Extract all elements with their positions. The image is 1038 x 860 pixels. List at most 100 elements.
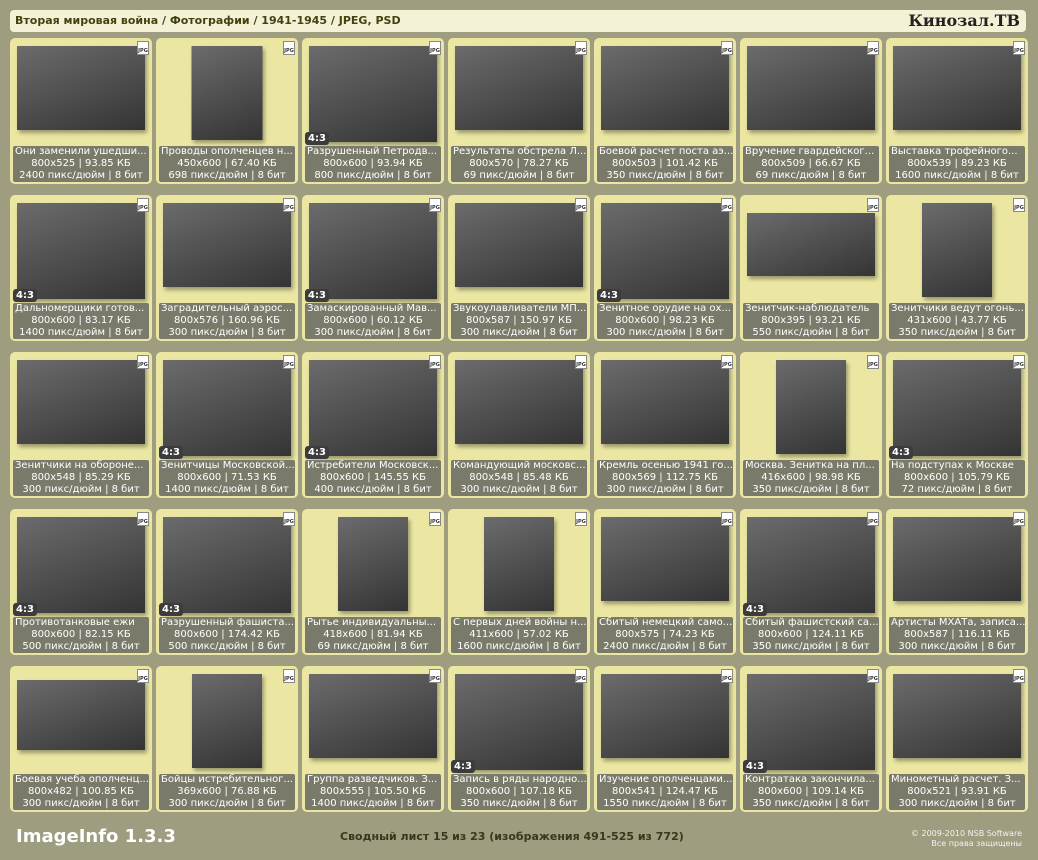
thumbnail-card[interactable]: JPG Командующий московс... 800x548 | 85.48… (448, 352, 590, 498)
photo-thumbnail[interactable] (893, 360, 1021, 456)
thumbnail-card[interactable]: JPG Зенитчики на обороне... 800x548 | 85.2… (10, 352, 152, 498)
photo-thumbnail[interactable] (17, 203, 145, 299)
photo-thumbnail[interactable] (922, 203, 992, 297)
file-meta: 500 пикс/дюйм | 8 бит (22, 641, 140, 652)
photo-thumbnail[interactable] (17, 46, 145, 130)
photo-thumbnail[interactable] (309, 203, 437, 299)
thumbnail-card[interactable]: JPG 4:3 Сбитый фашистский са... 800x600 | 1… (740, 509, 882, 655)
photo-thumbnail[interactable] (192, 674, 262, 768)
photo-thumbnail[interactable] (455, 203, 583, 287)
file-name: С первых дней войны н... (453, 617, 587, 628)
photo-thumbnail[interactable] (747, 517, 875, 613)
file-dimensions: 800x587 | 150.97 КБ (466, 315, 572, 326)
jpg-file-icon: JPG (429, 669, 441, 683)
thumbnail-card[interactable]: JPG 4:3 Зенитчицы Московской... 800x600 | 7… (156, 352, 298, 498)
photo-thumbnail[interactable] (309, 46, 437, 142)
photo-thumbnail[interactable] (455, 360, 583, 444)
photo-thumbnail[interactable] (601, 674, 729, 758)
photo-thumbnail[interactable] (601, 46, 729, 130)
thumbnail-card[interactable]: JPG Москва. Зенитка на пл... 416x600 | 98.… (740, 352, 882, 498)
photo-thumbnail[interactable] (893, 46, 1021, 130)
thumbnail-card[interactable]: JPG Сбитый немецкий само... 800x575 | 74.2… (594, 509, 736, 655)
jpg-file-icon: JPG (721, 41, 733, 55)
jpg-file-icon: JPG (721, 669, 733, 683)
thumbnail-card[interactable]: JPG 4:3 Замаскированный Мав... 800x600 | 60… (302, 195, 444, 341)
photo-thumbnail[interactable] (455, 46, 583, 130)
file-meta: 72 пикс/дюйм | 8 бит (901, 484, 1013, 495)
photo-thumbnail[interactable] (747, 46, 875, 130)
file-name: Контратака закончила... (745, 774, 875, 785)
file-info: Разрушенный Петродв... 800x600 | 93.94 КБ… (305, 146, 441, 182)
photo-thumbnail[interactable] (747, 213, 875, 276)
photo-thumbnail[interactable] (776, 360, 846, 454)
thumbnail-card[interactable]: JPG 4:3 Запись в ряды народно... 800x600 | … (448, 666, 590, 812)
photo-thumbnail[interactable] (309, 360, 437, 456)
photo-thumbnail[interactable] (893, 674, 1021, 758)
thumbnail-card[interactable]: JPG Проводы ополченцев н... 450x600 | 67.4… (156, 38, 298, 184)
thumbnail-card[interactable]: JPG Группа разведчиков. З... 800x555 | 105… (302, 666, 444, 812)
thumbnail-card[interactable]: JPG Выставка трофейного... 800x539 | 89.23… (886, 38, 1028, 184)
thumbnail-card[interactable]: JPG Заградительный аэрос... 800x576 | 160.… (156, 195, 298, 341)
thumbnail-card[interactable]: JPG 4:3 Разрушенный фашиста... 800x600 | 17… (156, 509, 298, 655)
photo-thumbnail[interactable] (163, 360, 291, 456)
thumbnail-card[interactable]: JPG 4:3 На подступах к Москве 800x600 | 105… (886, 352, 1028, 498)
file-info: Рытье индивидуальны... 418x600 | 81.94 КБ… (305, 617, 441, 653)
file-meta: 1400 пикс/дюйм | 8 бит (165, 484, 289, 495)
file-name: Зенитчики на обороне... (15, 460, 144, 471)
file-meta: 300 пикс/дюйм | 8 бит (460, 327, 578, 338)
thumbnail-card[interactable]: JPG Зенитчик-наблюдатель 800x395 | 93.21 К… (740, 195, 882, 341)
file-dimensions: 416x600 | 98.98 КБ (761, 472, 861, 483)
thumbnail-card[interactable]: JPG 4:3 Дальномерщики готов... 800x600 | 83… (10, 195, 152, 341)
photo-thumbnail[interactable] (163, 203, 291, 287)
thumbnail-card[interactable]: JPG Они заменили ушедши... 800x525 | 93.85… (10, 38, 152, 184)
photo-thumbnail[interactable] (455, 674, 583, 770)
thumbnail-card[interactable]: JPG Результаты обстрела Л... 800x570 | 78.… (448, 38, 590, 184)
photo-thumbnail[interactable] (163, 517, 291, 613)
thumbnail-card[interactable]: JPG С первых дней войны н... 411x600 | 57.… (448, 509, 590, 655)
photo-thumbnail[interactable] (17, 517, 145, 613)
file-name: Противотанковые ежи (15, 617, 135, 628)
thumbnail-card[interactable]: JPG 4:3 Контратака закончила... 800x600 | 1… (740, 666, 882, 812)
thumbnail-card[interactable]: JPG Минометный расчет. З... 800x521 | 93.9… (886, 666, 1028, 812)
thumbnail-card[interactable]: JPG Зенитчики ведут огонь... 431x600 | 43.… (886, 195, 1028, 341)
file-meta: 698 пикс/дюйм | 8 бит (168, 170, 286, 181)
aspect-ratio-badge: 4:3 (889, 446, 913, 459)
photo-thumbnail[interactable] (17, 360, 145, 444)
jpg-file-icon: JPG (721, 198, 733, 212)
thumbnail-card[interactable]: JPG Кремль осенью 1941 го... 800x569 | 112… (594, 352, 736, 498)
thumbnail-card[interactable]: JPG Бойцы истребительног... 369x600 | 76.8… (156, 666, 298, 812)
photo-thumbnail[interactable] (601, 360, 729, 444)
thumbnail-card[interactable]: JPG Рытье индивидуальны... 418x600 | 81.94… (302, 509, 444, 655)
photo-thumbnail[interactable] (484, 517, 554, 611)
file-info: Бойцы истребительног... 369x600 | 76.88 К… (159, 774, 295, 810)
thumbnail-card[interactable]: JPG 4:3 Зенитное орудие на ох... 800x600 | … (594, 195, 736, 341)
photo-thumbnail[interactable] (601, 517, 729, 601)
photo-thumbnail[interactable] (893, 517, 1021, 601)
photo-thumbnail[interactable] (309, 674, 437, 758)
file-dimensions: 800x600 | 124.11 КБ (758, 629, 864, 640)
file-meta: 300 пикс/дюйм | 8 бит (22, 484, 140, 495)
thumbnail-card[interactable]: JPG Вручение гвардейског... 800x509 | 66.6… (740, 38, 882, 184)
photo-thumbnail[interactable] (17, 680, 145, 750)
file-info: С первых дней войны н... 411x600 | 57.02 … (451, 617, 587, 653)
file-info: Боевая учеба ополченц... 800x482 | 100.85… (13, 774, 149, 810)
thumbnail-card[interactable]: JPG 4:3 Разрушенный Петродв... 800x600 | 93… (302, 38, 444, 184)
file-info: Боевой расчет поста аэ... 800x503 | 101.4… (597, 146, 733, 182)
thumbnail-card[interactable]: JPG Боевая учеба ополченц... 800x482 | 100… (10, 666, 152, 812)
file-name: Артисты МХАТа, записа... (891, 617, 1025, 628)
file-dimensions: 800x539 | 89.23 КБ (907, 158, 1007, 169)
thumbnail-card[interactable]: JPG Звукоулавливатели МП... 800x587 | 150.… (448, 195, 590, 341)
thumbnail-card[interactable]: JPG 4:3 Истребители Московск... 800x600 | 1… (302, 352, 444, 498)
file-dimensions: 800x600 | 60.12 КБ (323, 315, 423, 326)
file-info: Контратака закончила... 800x600 | 109.14 … (743, 774, 879, 810)
thumbnail-card[interactable]: JPG Изучение ополченцами... 800x541 | 124.… (594, 666, 736, 812)
thumbnail-card[interactable]: JPG Артисты МХАТа, записа... 800x587 | 116… (886, 509, 1028, 655)
jpg-file-icon: JPG (1013, 512, 1025, 526)
thumbnail-card[interactable]: JPG 4:3 Противотанковые ежи 800x600 | 82.15… (10, 509, 152, 655)
file-meta: 500 пикс/дюйм | 8 бит (168, 641, 286, 652)
photo-thumbnail[interactable] (191, 46, 263, 140)
photo-thumbnail[interactable] (601, 203, 729, 299)
photo-thumbnail[interactable] (747, 674, 875, 770)
thumbnail-card[interactable]: JPG Боевой расчет поста аэ... 800x503 | 10… (594, 38, 736, 184)
photo-thumbnail[interactable] (338, 517, 408, 611)
